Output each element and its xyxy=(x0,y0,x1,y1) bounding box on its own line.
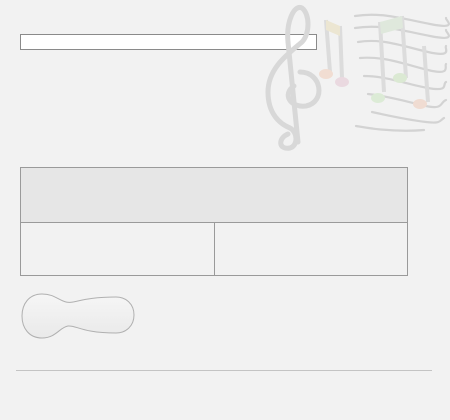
horizontal-divider xyxy=(16,370,432,371)
grid-header xyxy=(21,168,407,223)
blob-shaped-button[interactable] xyxy=(20,292,136,340)
grid-cell-left xyxy=(21,223,215,275)
grid-cell-right xyxy=(215,223,407,275)
music-notes-icon xyxy=(265,5,450,151)
blob-button-label xyxy=(20,292,136,340)
layout-grid xyxy=(20,167,408,276)
